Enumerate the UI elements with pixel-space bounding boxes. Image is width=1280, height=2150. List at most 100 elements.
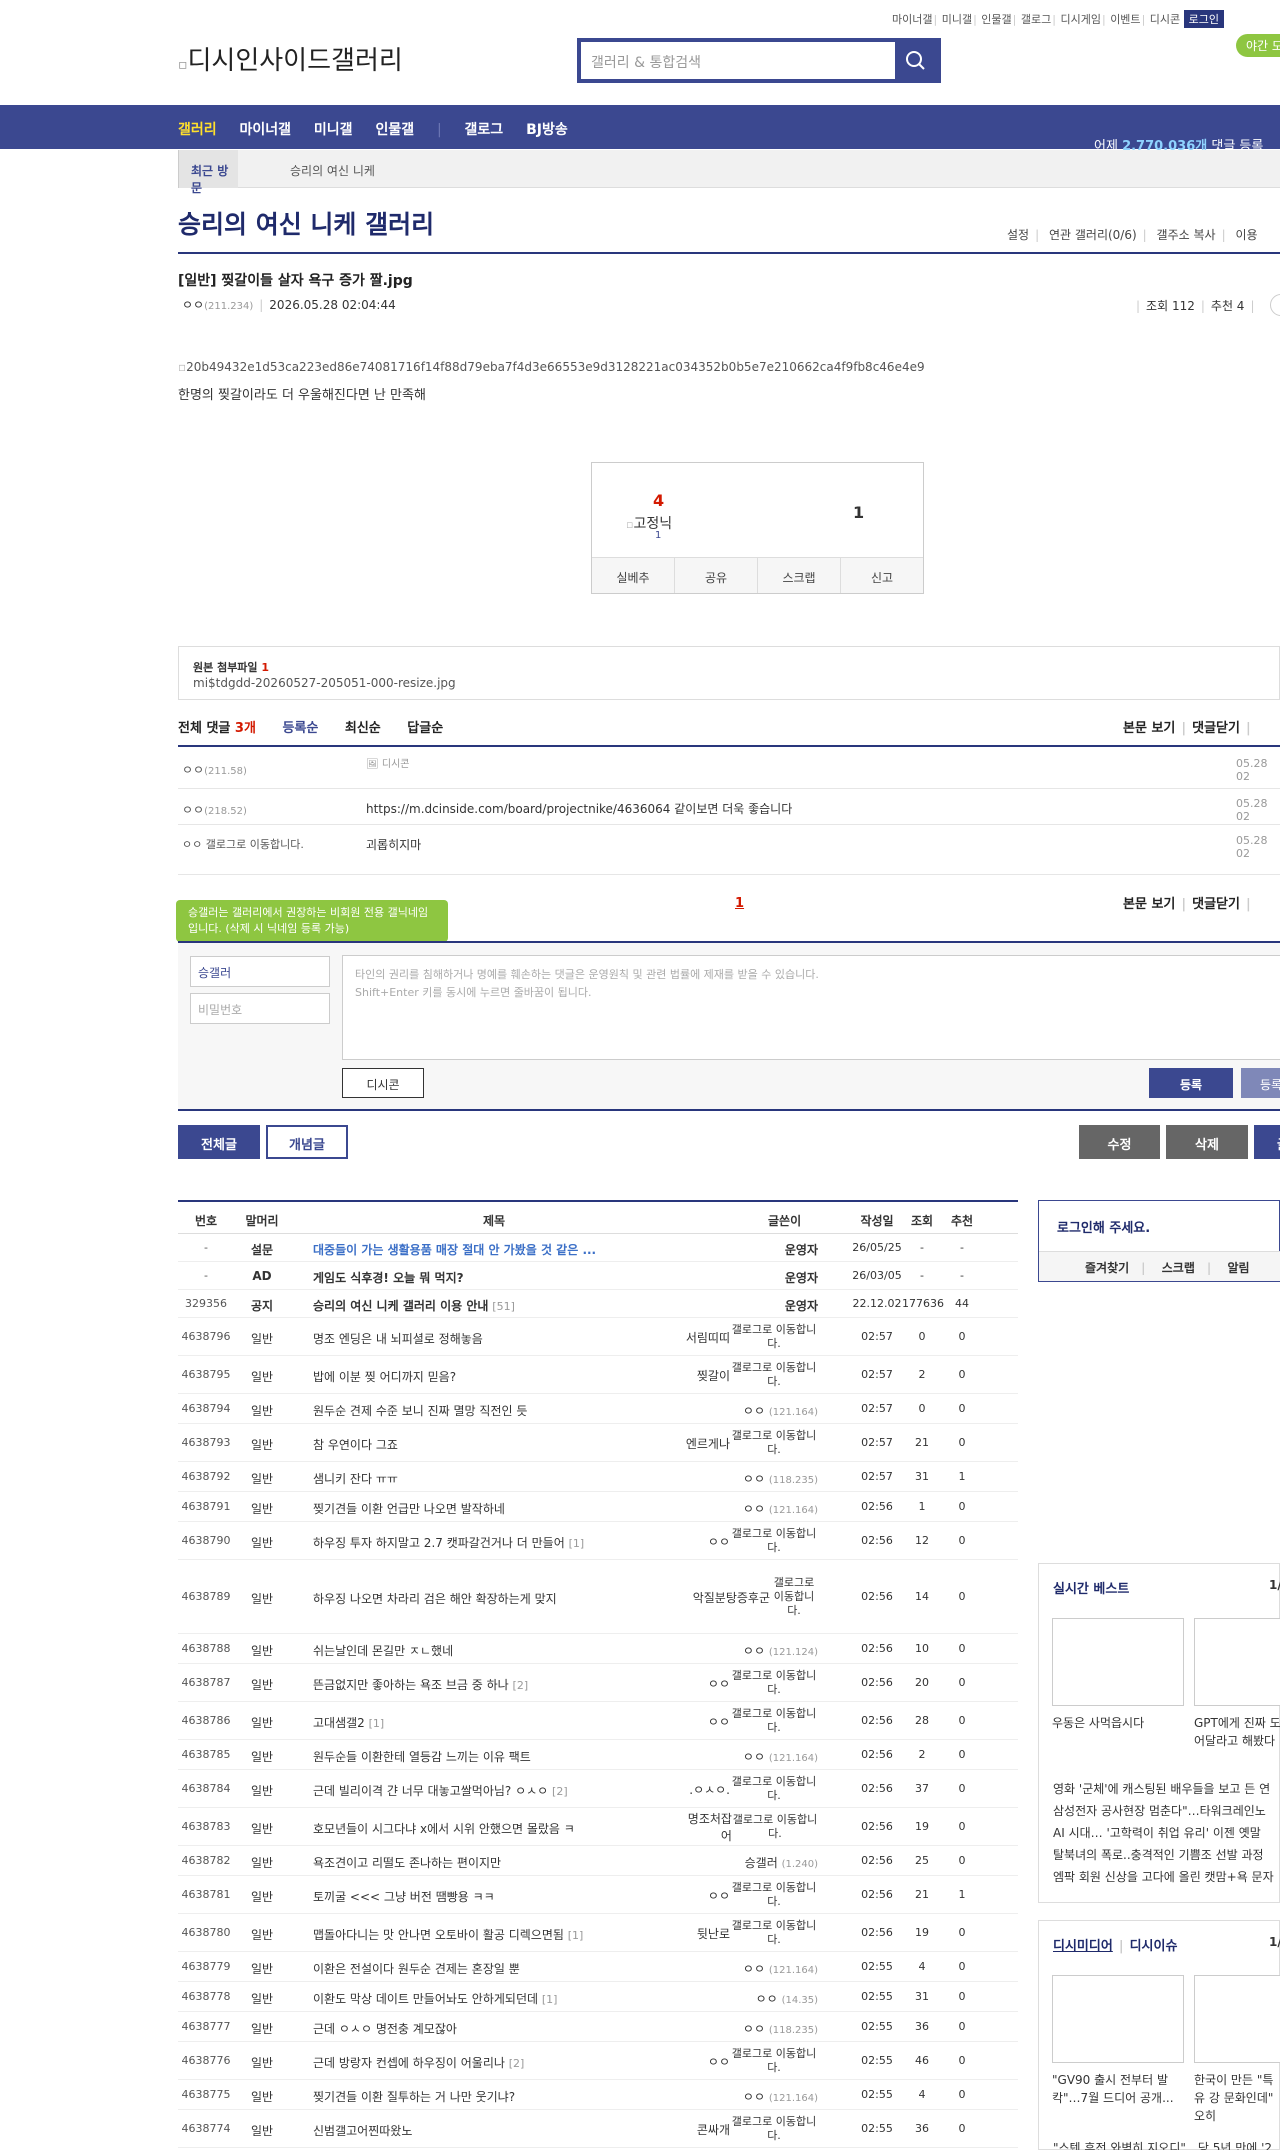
post-title-link[interactable]: 하우징 나오면 차라리 검은 해안 확장하는게 맞지 <box>313 1590 643 1607</box>
gallog-icon[interactable]: 갤로그로 이동합니다. <box>730 1323 818 1351</box>
post-row[interactable]: 4638776 일반 근데 방랑자 컨셉에 하우징이 어울리나 [2] ㅇㅇ 갤로그로 … <box>178 2042 1018 2080</box>
post-writer[interactable]: ㅇㅇ <box>182 298 204 312</box>
post-writer[interactable]: 서림띠띠 갤로그로 이동합니다. <box>678 1322 828 1352</box>
nav-person-gallery[interactable]: 인물갤 <box>375 122 414 138</box>
top-link[interactable]: 마이너갤 <box>892 13 932 26</box>
media-caption[interactable]: "GV90 출시 전부터 발 칵"…7월 드디어 공개... <box>1052 2071 1184 2107</box>
sort-latest[interactable]: 최신순 <box>345 721 381 736</box>
top-link[interactable]: 이벤트 <box>1110 13 1140 26</box>
media-list-item[interactable]: "스텐 휴전 와벽히 지오디"…당 5년 만에 '2 <box>1053 2139 1272 2150</box>
post-title-link[interactable]: 원두순 견제 수준 보니 진짜 멸망 직전인 듯 <box>313 1402 643 1419</box>
post-writer[interactable]: ㅇㅇ (14.35) <box>678 1990 828 2007</box>
post-title-link[interactable]: 토끼굴 <<< 그냥 버전 땜빵용 ㅋㅋ <box>313 1888 643 1905</box>
best-list-item[interactable]: 탈북녀의 폭로..충격적인 기쁨조 선발 과정 <box>1053 1844 1274 1866</box>
post-comment-count[interactable]: [51] <box>492 1300 515 1313</box>
post-row[interactable]: 4638789 일반 하우징 나오면 차라리 검은 해안 확장하는게 맞지 악질분탕증… <box>178 1560 1018 1634</box>
gallog-icon[interactable]: 갤로그로 이동합니다. <box>730 1669 818 1697</box>
post-row[interactable]: 4638786 일반 고대샘갤2 [1] ㅇㅇ 갤로그로 이동합니다. 02:56 28 0 <box>178 1702 1018 1740</box>
media-thumbnail[interactable] <box>1052 1975 1184 2063</box>
close-comments-link[interactable]: 댓글닫기 <box>1192 721 1240 736</box>
post-title-link[interactable]: 쉬는날인데 몬길만 ㅈㄴ했네 <box>313 1642 643 1659</box>
alarm-link[interactable]: 알림 <box>1227 1261 1249 1275</box>
best-caption[interactable]: 우동은 사먹읍시다 <box>1052 1714 1144 1732</box>
post-row[interactable]: 4638793 일반 참 우연이다 그죠 엔르게나 갤로그로 이동합니다. 02:57 21… <box>178 1424 1018 1462</box>
top-link[interactable]: 인물갤 <box>981 13 1011 26</box>
top-link[interactable]: 미니갤 <box>942 13 972 26</box>
post-writer[interactable]: ㅇㅇ (121.164) <box>678 1748 828 1765</box>
site-logo[interactable]: ▫디시인사이드갤러리 <box>178 40 403 77</box>
comment-nick[interactable]: ㅇㅇ(211.58) <box>182 761 247 778</box>
post-title-link[interactable]: 하우징 투자 하지말고 2.7 캣파갈건거나 더 만들어 [1] <box>313 1534 643 1551</box>
post-row[interactable]: 329356 공지 승리의 여신 니케 갤러리 이용 안내 [51] 운영자 22.12… <box>178 1290 1018 1318</box>
gallery-usage[interactable]: 이용 <box>1235 228 1257 242</box>
nickname-field[interactable]: 승갤러 <box>190 956 330 987</box>
nav-minor-gallery[interactable]: 마이너갤 <box>240 122 292 138</box>
post-comment-count[interactable]: [1] <box>369 1717 385 1730</box>
post-writer[interactable]: 엔르게나 갤로그로 이동합니다. <box>678 1428 828 1458</box>
post-writer[interactable]: 운영자 <box>678 1297 828 1314</box>
gallog-icon[interactable]: 갤로그로 이동합니다. <box>732 1813 818 1841</box>
post-row[interactable]: 4638777 일반 근데 ㅇㅅㅇ 명전충 계모잖아 ㅇㅇ (118.235) 02:5… <box>178 2012 1018 2042</box>
post-title-link[interactable]: 근데 ㅇㅅㅇ 명전충 계모잖아 <box>313 2020 643 2037</box>
post-row[interactable]: 4638780 일반 맵돌아다니는 맛 안나면 오토바이 활공 디렉으면됨 [1] 뒷… <box>178 1914 1018 1952</box>
post-title-link[interactable]: 원두순들 이환한테 열등감 느끼는 이유 팩트 <box>313 1748 643 1765</box>
night-mode-toggle[interactable]: 야간 모드 <box>1236 34 1280 57</box>
post-writer[interactable]: ㅇㅇ (118.235) <box>678 2020 828 2037</box>
login-button[interactable]: 로그인 <box>1183 10 1225 28</box>
post-title-link[interactable]: 맵돌아다니는 맛 안나면 오토바이 활공 디렉으면됨 [1] <box>313 1926 643 1943</box>
post-row[interactable]: - 설문 대중들이 가는 생활용품 매장 절대 안 가봤을 것 같은 ... 운영자 2… <box>178 1234 1018 1262</box>
post-row[interactable]: 4638792 일반 샘니키 잔다 ㅠㅠ ㅇㅇ (118.235) 02:57 31 1 <box>178 1462 1018 1492</box>
write-button[interactable]: 글쓰기 <box>1254 1125 1280 1159</box>
search-input[interactable]: 갤러리 & 통합검색 <box>577 38 941 83</box>
post-row[interactable]: 4638790 일반 하우징 투자 하지말고 2.7 캣파갈건거나 더 만들어 [1… <box>178 1522 1018 1560</box>
submit-comment-button[interactable]: 등록 <box>1149 1068 1233 1098</box>
delete-button[interactable]: 삭제 <box>1166 1125 1248 1159</box>
post-writer[interactable]: 뒷난로 갤로그로 이동합니다. <box>678 1918 828 1948</box>
post-writer[interactable]: ㅇㅇ 갤로그로 이동합니다. <box>678 2046 828 2076</box>
copy-gallery-url[interactable]: 갤주소 복사 <box>1157 228 1216 242</box>
post-row[interactable]: 4638784 일반 근데 빌리이격 갼 너무 대놓고쌀먹아님? ㅇㅅㅇ [2] .ㅇ… <box>178 1770 1018 1808</box>
post-title-link[interactable]: 샘니키 잔다 ㅠㅠ <box>313 1470 643 1487</box>
best-thumbnail[interactable] <box>1052 1618 1184 1706</box>
gallog-icon[interactable]: 갤로그로 이동합니다. <box>730 1707 818 1735</box>
post-comment-count[interactable]: [1] <box>569 1537 585 1550</box>
top-link[interactable]: 갤로그 <box>1021 13 1051 26</box>
search-button[interactable] <box>895 42 937 79</box>
post-comment-count[interactable]: [1] <box>568 1929 584 1942</box>
comment-nick[interactable]: ㅇㅇ(218.52) <box>182 801 247 818</box>
post-writer[interactable]: .ㅇㅅㅇ. 갤로그로 이동합니다. <box>678 1774 828 1804</box>
gallog-icon[interactable]: 갤로그로 이동합니다. <box>730 1775 818 1803</box>
nav-mini-gallery[interactable]: 미니갤 <box>314 122 353 138</box>
post-writer[interactable]: 찢갈이 갤로그로 이동합니다. <box>678 1360 828 1390</box>
post-row[interactable]: 4638788 일반 쉬는날인데 몬길만 ㅈㄴ했네 ㅇㅇ (121.124) 02:56… <box>178 1634 1018 1664</box>
post-row[interactable]: 4638787 일반 뜬금없지만 좋아하는 욕조 브금 중 하나 [2] ㅇㅇ 갤로그로… <box>178 1664 1018 1702</box>
post-row[interactable]: 4638791 일반 찢기견들 이환 언급만 나오면 발작하네 ㅇㅇ (121.164… <box>178 1492 1018 1522</box>
comment-page-1[interactable]: 1 <box>735 896 744 911</box>
best-list-item[interactable]: 삼성전자 공사현장 멈춘다"…타워크레인노 <box>1053 1800 1274 1822</box>
post-row[interactable]: 4638781 일반 토끼굴 <<< 그냥 버전 땜빵용 ㅋㅋ ㅇㅇ 갤로그로 이동합니… <box>178 1876 1018 1914</box>
post-writer[interactable]: ㅇㅇ 갤로그로 이동합니다. <box>678 1880 828 1910</box>
post-writer[interactable]: ㅇㅇ 갤로그로 이동합니다. <box>678 1706 828 1736</box>
nav-gallery[interactable]: 갤러리 <box>178 122 217 138</box>
favorites-link[interactable]: 즐겨찾기 <box>1085 1261 1129 1275</box>
gallog-icon[interactable]: 갤로그로 이동합니다. <box>730 1527 818 1555</box>
edit-button[interactable]: 수정 <box>1079 1125 1160 1159</box>
post-writer[interactable]: ㅇㅇ 갤로그로 이동합니다. <box>678 1526 828 1556</box>
post-title-link[interactable]: 찢기견들 이환 언급만 나오면 발작하네 <box>313 1500 643 1517</box>
post-writer[interactable]: 콘싸개 갤로그로 이동합니다. <box>678 2114 828 2144</box>
scrap-button[interactable]: 스크랩 <box>758 558 841 593</box>
post-row[interactable]: 4638779 일반 이환은 전설이다 원두순 견제는 혼장일 뿐 ㅇㅇ (121.1… <box>178 1952 1018 1982</box>
post-title-link[interactable]: 참 우연이다 그죠 <box>313 1436 643 1453</box>
post-more-icon[interactable] <box>1270 294 1280 316</box>
comment-nick[interactable]: ㅇㅇ 갤로그로 이동합니다. <box>182 836 304 852</box>
close-comments-link[interactable]: 댓글닫기 <box>1192 897 1240 912</box>
post-comment-count[interactable]: [2] <box>552 1785 568 1798</box>
real-best-button[interactable]: 실베추 <box>592 558 675 593</box>
post-title-link[interactable]: 이환도 막상 데이트 만들어놔도 안하게되던데 [1] <box>313 1990 643 2007</box>
post-row[interactable]: - AD 게임도 식후경! 오늘 뭐 먹지? 운영자 26/03/05 - - <box>178 1262 1018 1290</box>
post-row[interactable]: 4638794 일반 원두순 견제 수준 보니 진짜 멸망 직전인 듯 ㅇㅇ (121… <box>178 1394 1018 1424</box>
post-comment-count[interactable]: [2] <box>513 1679 529 1692</box>
password-field[interactable]: 비밀번호 <box>190 993 330 1024</box>
post-writer[interactable]: 운영자 <box>678 1241 828 1258</box>
login-prompt[interactable]: 로그인해 주세요. <box>1057 1217 1150 1236</box>
